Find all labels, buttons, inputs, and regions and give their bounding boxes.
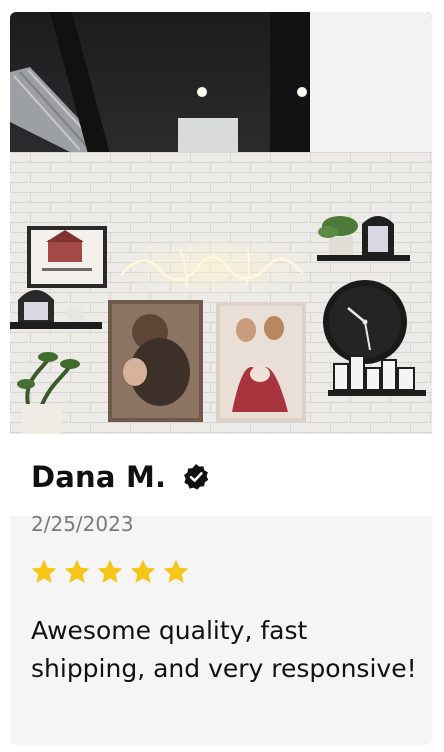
family-canvas-2 xyxy=(216,302,306,422)
reviewer-row: Dana M. xyxy=(31,460,210,494)
review-date: 2/25/2023 xyxy=(31,512,134,536)
upper-wall xyxy=(300,12,432,152)
reviewer-name: Dana M. xyxy=(31,460,167,494)
wall-clock xyxy=(323,280,407,364)
review-text: Awesome quality, fast shipping, and very… xyxy=(31,616,417,683)
star-icon xyxy=(63,558,91,586)
star-icon xyxy=(162,558,190,586)
review-card[interactable]: Dana M. 2/25/2023 Awesome quality, fast … xyxy=(10,12,432,745)
verified-check-icon xyxy=(182,463,210,491)
ceiling-vent xyxy=(178,118,238,152)
star-icon xyxy=(30,558,58,586)
star-icon xyxy=(96,558,124,586)
neon-sign xyxy=(115,237,315,297)
family-canvas-1 xyxy=(108,300,203,422)
review-photo[interactable] xyxy=(10,12,432,434)
review-header: Dana M. xyxy=(10,434,432,516)
framed-house-print xyxy=(27,226,107,288)
star-rating xyxy=(30,558,190,586)
star-icon xyxy=(129,558,157,586)
